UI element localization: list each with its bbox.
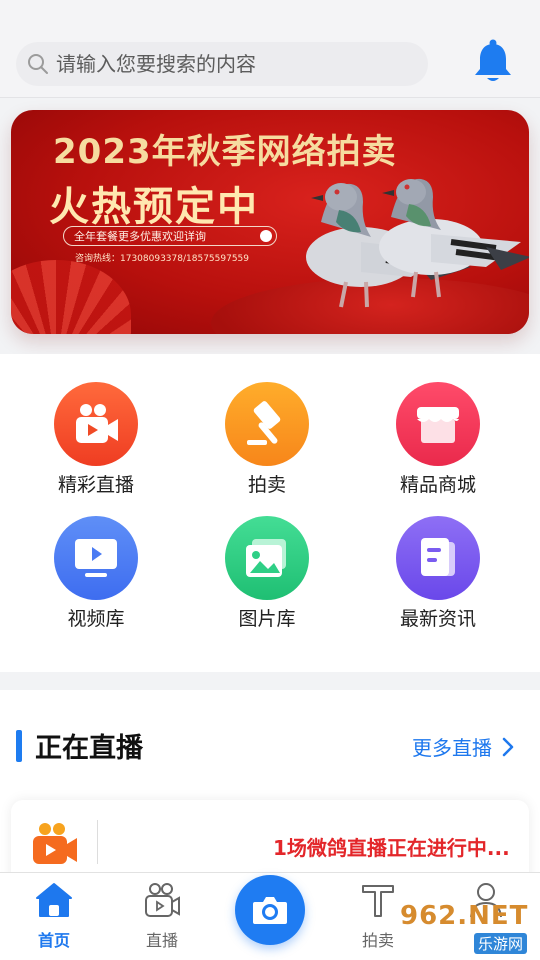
grid-item-live[interactable]: 精彩直播 — [21, 382, 171, 497]
tab-live[interactable]: 直播 — [122, 881, 202, 951]
top-header — [0, 0, 540, 98]
grid-label: 图片库 — [238, 608, 296, 630]
chevron-right-icon — [502, 737, 514, 756]
document-icon — [396, 516, 480, 600]
grid-label: 最新资讯 — [399, 608, 476, 630]
section-title: 正在直播 — [35, 733, 143, 764]
live-status-text: 1场微鸽直播正在进行中... — [273, 836, 510, 860]
grid-label: 视频库 — [67, 608, 125, 630]
video-camera-icon — [145, 883, 180, 917]
banner-subtitle: 火热预定中 — [49, 184, 259, 230]
chevron-down-icon — [260, 230, 272, 242]
monitor-icon — [54, 516, 138, 600]
search-input[interactable] — [56, 52, 416, 76]
divider — [97, 820, 98, 864]
home-icon — [36, 883, 72, 917]
camera-icon — [253, 897, 287, 924]
store-icon — [396, 382, 480, 466]
promo-banner[interactable]: 2023年秋季网络拍卖 火热预定中 全年套餐更多优惠欢迎详询 咨询热线：1730… — [11, 110, 529, 334]
more-live-link[interactable]: 更多直播 — [412, 732, 518, 761]
search-icon — [28, 54, 48, 74]
more-live-label: 更多直播 — [412, 736, 492, 760]
section-accent-bar — [16, 730, 22, 762]
grid-item-news[interactable]: 最新资讯 — [363, 516, 513, 631]
grid-label: 精品商城 — [399, 474, 476, 496]
gavel-icon — [225, 382, 309, 466]
grid-label: 精彩直播 — [57, 474, 134, 496]
grid-item-auction[interactable]: 拍卖 — [192, 382, 342, 497]
grid-item-mall[interactable]: 精品商城 — [363, 382, 513, 497]
banner-pill-text: 全年套餐更多优惠欢迎详询 — [74, 230, 206, 243]
banner-pill: 全年套餐更多优惠欢迎详询 — [63, 226, 277, 246]
live-section: 正在直播 更多直播 1场微鸽直播正在进行中... — [0, 690, 540, 890]
pigeon-illustration — [306, 178, 529, 308]
tab-home[interactable]: 首页 — [14, 881, 94, 951]
image-icon — [225, 516, 309, 600]
search-bar[interactable] — [16, 42, 428, 86]
bell-icon[interactable] — [472, 38, 514, 84]
video-camera-icon — [33, 823, 77, 864]
gavel-icon — [362, 885, 394, 917]
watermark: 962.NET 乐游网 — [400, 897, 540, 957]
camera-button[interactable] — [235, 875, 305, 945]
video-camera-icon — [54, 382, 138, 466]
grid-item-videos[interactable]: 视频库 — [21, 516, 171, 631]
watermark-text: 962.NET — [400, 901, 529, 931]
grid-item-images[interactable]: 图片库 — [192, 516, 342, 631]
banner-hotline: 咨询热线：17308093378/18575597559 — [75, 254, 250, 264]
watermark-sub: 乐游网 — [474, 933, 528, 954]
tab-label: 直播 — [145, 931, 178, 950]
bottom-tabbar: 首页 直播 拍卖 962.NET 乐游网 — [0, 872, 540, 960]
fan-decoration — [11, 260, 131, 334]
tab-label: 首页 — [37, 931, 70, 950]
feature-grid: 精彩直播 拍卖 精品商城 视频库 图片库 最新资讯 — [0, 354, 540, 672]
grid-label: 拍卖 — [247, 474, 286, 496]
